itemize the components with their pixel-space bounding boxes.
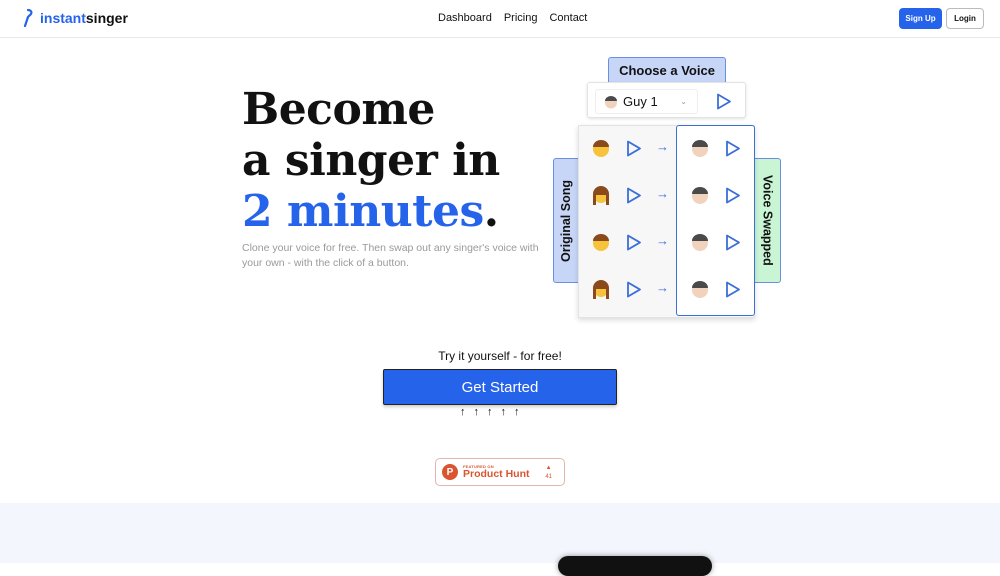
man-face-icon bbox=[692, 140, 708, 157]
arrow-up-icon: ↑ bbox=[487, 406, 493, 418]
play-original-icon[interactable] bbox=[626, 234, 642, 251]
original-song-label: Original Song bbox=[559, 179, 573, 262]
arrow-up-icon: ↑ bbox=[500, 406, 507, 418]
selected-voice: Guy 1 bbox=[623, 94, 658, 109]
man-face-icon bbox=[593, 140, 609, 157]
try-text: Try it yourself - for free! bbox=[438, 349, 562, 363]
man-face-icon bbox=[692, 281, 708, 298]
product-hunt-logo: P bbox=[442, 464, 458, 480]
arrow-up-icon: ↑ bbox=[460, 406, 466, 418]
get-started-button[interactable]: Get Started bbox=[383, 369, 617, 405]
play-original-icon[interactable] bbox=[626, 187, 642, 204]
man-face-icon bbox=[593, 234, 609, 251]
product-hunt-name: Product Hunt bbox=[463, 468, 530, 480]
voice-swapped-label: Voice Swapped bbox=[760, 175, 775, 266]
hero-title: Become a singer in 2 minutes. bbox=[242, 84, 500, 237]
arrow-up-icon: ↑ bbox=[473, 406, 480, 418]
microphone-icon bbox=[23, 9, 33, 27]
arrow-up-icons: ↑ ↑ ↑ ↑ ↑ bbox=[460, 406, 520, 418]
play-swapped-icon[interactable] bbox=[725, 140, 741, 157]
hero-line-3-accent: 2 minutes bbox=[242, 186, 484, 237]
original-song-tab: Original Song bbox=[553, 158, 579, 283]
logo[interactable]: instantsinger bbox=[22, 9, 128, 27]
arrow-right-icon: → bbox=[656, 280, 669, 295]
woman-face-icon bbox=[593, 186, 609, 205]
voice-select[interactable]: Guy 1 ⌄ bbox=[595, 89, 698, 114]
top-nav: instantsinger Dashboard Pricing Contact … bbox=[0, 0, 1000, 38]
sign-up-button[interactable]: Sign Up bbox=[899, 8, 942, 29]
arrow-right-icon: → bbox=[656, 233, 669, 248]
arrow-up-icon: ↑ bbox=[514, 406, 520, 418]
chevron-down-icon: ⌄ bbox=[680, 97, 687, 106]
arrow-right-icon: → bbox=[656, 139, 669, 154]
nav-link-contact[interactable]: Contact bbox=[549, 12, 587, 24]
arrow-right-icon: → bbox=[656, 186, 669, 201]
features-section bbox=[0, 503, 1000, 563]
upvote-count: ▲ 41 bbox=[545, 464, 552, 482]
login-button[interactable]: Login bbox=[946, 8, 984, 29]
play-icon[interactable] bbox=[716, 93, 732, 110]
play-swapped-icon[interactable] bbox=[725, 234, 741, 251]
play-swapped-icon[interactable] bbox=[725, 281, 741, 298]
vote-number: 41 bbox=[545, 474, 552, 480]
nav-link-dashboard[interactable]: Dashboard bbox=[438, 12, 492, 24]
play-original-icon[interactable] bbox=[626, 140, 642, 157]
man-face-icon bbox=[692, 234, 708, 251]
hero-line-1: Become bbox=[242, 84, 435, 135]
triangle-up-icon: ▲ bbox=[545, 465, 552, 471]
woman-face-icon bbox=[593, 280, 609, 299]
voice-selector-box: Guy 1 ⌄ bbox=[587, 82, 746, 118]
nav-link-pricing[interactable]: Pricing bbox=[504, 12, 538, 24]
swapped-column bbox=[676, 125, 755, 316]
hero-line-3-end: . bbox=[483, 186, 499, 237]
logo-accent: instant bbox=[40, 10, 86, 26]
logo-rest: singer bbox=[85, 10, 128, 26]
hero-subtitle: Clone your voice for free. Then swap out… bbox=[242, 242, 539, 269]
phone-mockup bbox=[558, 556, 712, 576]
choose-voice-tab: Choose a Voice bbox=[608, 57, 726, 83]
product-hunt-badge[interactable]: P FEATURED ON Product Hunt ▲ 41 bbox=[435, 458, 565, 486]
play-swapped-icon[interactable] bbox=[725, 187, 741, 204]
hero-line-2: a singer in bbox=[242, 135, 500, 186]
voice-swapped-tab: Voice Swapped bbox=[754, 158, 781, 283]
man-face-icon bbox=[692, 187, 708, 204]
man-face-icon bbox=[605, 95, 617, 108]
play-original-icon[interactable] bbox=[626, 281, 642, 298]
